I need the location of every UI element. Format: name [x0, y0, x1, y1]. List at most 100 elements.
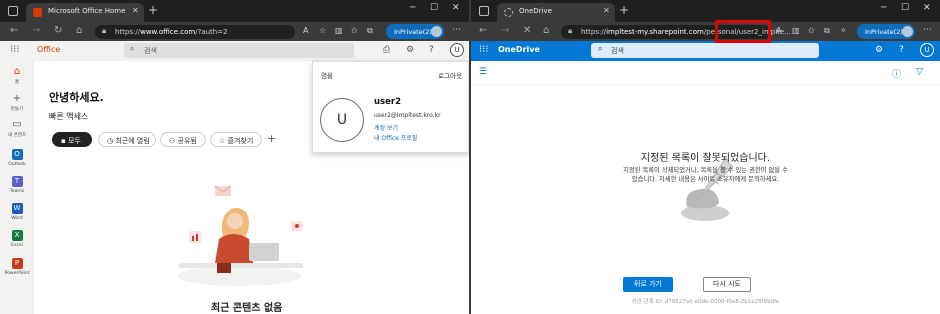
tab-office-home[interactable]: Microsoft Office Home ✕ [26, 3, 144, 22]
tab-title: OneDrive [519, 7, 552, 15]
collections-icon[interactable]: ⧉ [367, 26, 373, 36]
chip-shared[interactable]: ⚇ 공유됨 [160, 132, 206, 147]
help-icon[interactable]: ? [899, 45, 904, 55]
onedrive-brand[interactable]: OneDrive [498, 45, 540, 54]
new-tab-button[interactable]: + [148, 3, 158, 17]
lock-icon: 🔒︎ [102, 26, 107, 35]
hamburger-menu-icon[interactable]: ☰ [479, 67, 487, 77]
rail-item-Teams[interactable]: T Teams [0, 176, 34, 194]
maximize-button[interactable]: ☐ [430, 3, 438, 13]
retry-button[interactable]: 다시 시도 [703, 277, 751, 292]
chip-favorites[interactable]: ☆ 즐겨찾기 [210, 132, 262, 147]
collections-icon[interactable]: ⧉ [824, 26, 830, 36]
back-icon[interactable]: ← [10, 25, 18, 36]
rail-item-Outlook[interactable]: O Outlook [0, 149, 34, 167]
url-prefix: https:// [115, 28, 141, 36]
inprivate-badge[interactable]: InPrivate(2) [857, 24, 915, 39]
address-bar-row: ← → ✕ ⌂ 🔒︎ https://impltest-my.sharepoin… [471, 22, 940, 41]
filter-icon[interactable]: ▽ [916, 67, 923, 77]
url-field[interactable]: 🔒︎ https://www.office.com/?auth=2 [95, 25, 295, 39]
rail-item-홈[interactable]: ⌂ 홈 [0, 66, 34, 85]
add-filter-button[interactable]: + [267, 132, 276, 145]
error-title: 지정된 목록이 잘못되었습니다. [640, 153, 771, 164]
tab-close-icon[interactable]: ✕ [132, 6, 139, 15]
view-account-link[interactable]: 계정 보기 [374, 123, 398, 132]
chip-recent[interactable]: ◷ 최근에 열림 [98, 132, 156, 147]
tab-onedrive[interactable]: OneDrive ✕ [497, 3, 615, 22]
stop-loading-icon[interactable]: ✕ [523, 25, 531, 36]
office-brand[interactable]: Office [37, 45, 60, 54]
split-screen-icon[interactable]: ▥ [335, 26, 343, 35]
favorites-icon[interactable]: ✩ [351, 26, 358, 35]
app-launcher-icon[interactable]: ⁝⁝⁝ [10, 44, 20, 55]
rail-item-label: 홈 [14, 80, 20, 85]
read-aloud-icon[interactable]: A [303, 26, 308, 35]
office-profile-link[interactable]: 내 Office 프로필 [374, 133, 417, 142]
settings-gear-icon[interactable]: ⚙ [875, 45, 883, 55]
extensions-icon[interactable]: ✧ [840, 26, 847, 35]
search-icon: ⌕ [598, 44, 603, 53]
split-screen-icon[interactable]: ▥ [792, 26, 800, 35]
rail-item-label: PowerPoint [4, 271, 30, 276]
more-menu-icon[interactable]: ⋯ [923, 25, 932, 35]
rail-item-내 콘텐츠[interactable]: ▭ 내 콘텐츠 [0, 119, 34, 138]
search-input[interactable]: ⌕ 검색 [591, 43, 819, 58]
new-tab-button[interactable]: + [619, 3, 629, 17]
minimize-button[interactable]: ─ [881, 3, 886, 13]
folder-icon: ▭ [12, 119, 22, 130]
chip-all[interactable]: ▪ 모두 [52, 132, 92, 147]
tab-close-icon[interactable]: ✕ [603, 6, 610, 15]
account-manager-panel: 염율 로그아웃 U user2 user2@impltest.kro.kr 계정… [312, 61, 469, 153]
go-back-button[interactable]: 뒤로 가기 [623, 277, 673, 292]
maximize-button[interactable]: ☐ [901, 3, 909, 13]
help-icon[interactable]: ? [429, 45, 434, 55]
more-menu-icon[interactable]: ⋯ [452, 25, 461, 35]
rail-item-PowerPoint[interactable]: P PowerPoint [0, 258, 34, 276]
favorites-star-icon[interactable]: ☆ [319, 26, 326, 35]
sign-out-link[interactable]: 로그아웃 [438, 70, 462, 80]
account-panel-avatar: U [320, 98, 364, 142]
settings-gear-icon[interactable]: ⚙ [406, 45, 414, 55]
workspaces-icon[interactable] [479, 6, 489, 16]
app-launcher-icon[interactable]: ⁝⁝⁝ [479, 44, 489, 55]
minimize-button[interactable]: ─ [410, 3, 415, 13]
account-name: user2 [374, 97, 401, 107]
account-email: user2@impltest.kro.kr [374, 112, 441, 119]
chip-favorites-label: 즐겨찾기 [227, 137, 254, 145]
forward-icon[interactable]: → [501, 25, 509, 36]
home-icon[interactable]: ⌂ [76, 25, 82, 36]
search-placeholder: 검색 [611, 47, 624, 55]
rail-item-label: Word [11, 216, 23, 221]
rail-item-만들기[interactable]: + 만들기 [0, 93, 34, 112]
lock-icon: 🔒︎ [568, 26, 573, 35]
inprivate-badge[interactable]: InPrivate(2) [386, 24, 444, 39]
error-description-line-2: 있습니다. 자세한 내용은 사이트 소유자에게 문의하세요. [631, 176, 780, 183]
close-window-button[interactable]: ✕ [923, 3, 931, 13]
favorites-icon[interactable]: ✩ [808, 26, 815, 35]
back-icon[interactable]: ← [479, 25, 487, 36]
word-icon: W [11, 203, 23, 214]
title-bar: OneDrive ✕ + ─ ☐ ✕ [471, 0, 940, 22]
search-input[interactable]: ⌕ 검색 [124, 43, 354, 58]
install-apps-icon[interactable]: ⎙ [383, 45, 390, 55]
close-window-button[interactable]: ✕ [452, 3, 460, 13]
account-avatar[interactable]: U [920, 43, 934, 57]
error-description-line-1: 지정된 목록이 삭제되었거나, 목록을 볼 수 있는 권한이 없을 수 [623, 167, 788, 174]
rail-item-Word[interactable]: W Word [0, 203, 34, 221]
home-icon: ⌂ [13, 66, 21, 77]
read-aloud-icon[interactable]: A [776, 26, 781, 35]
info-icon[interactable]: ⓘ [892, 67, 901, 80]
home-icon[interactable]: ⌂ [543, 25, 549, 36]
onedrive-browser-window: OneDrive ✕ + ─ ☐ ✕ ← → ✕ ⌂ 🔒︎ https://im… [471, 0, 940, 314]
workspaces-icon[interactable] [8, 6, 18, 16]
refresh-icon[interactable]: ↻ [54, 25, 62, 36]
profile-avatar-icon [431, 26, 442, 37]
recent-empty-title: 최근 콘텐츠 없음 [211, 303, 283, 314]
account-avatar[interactable]: U [450, 43, 464, 57]
chip-recent-label: 최근에 열림 [115, 137, 150, 145]
rail-item-Excel[interactable]: X Excel [0, 230, 34, 248]
search-placeholder: 검색 [144, 47, 157, 55]
url-prefix: https:// [581, 28, 607, 36]
inprivate-label: InPrivate(2) [865, 28, 903, 36]
forward-icon[interactable]: → [32, 25, 40, 36]
